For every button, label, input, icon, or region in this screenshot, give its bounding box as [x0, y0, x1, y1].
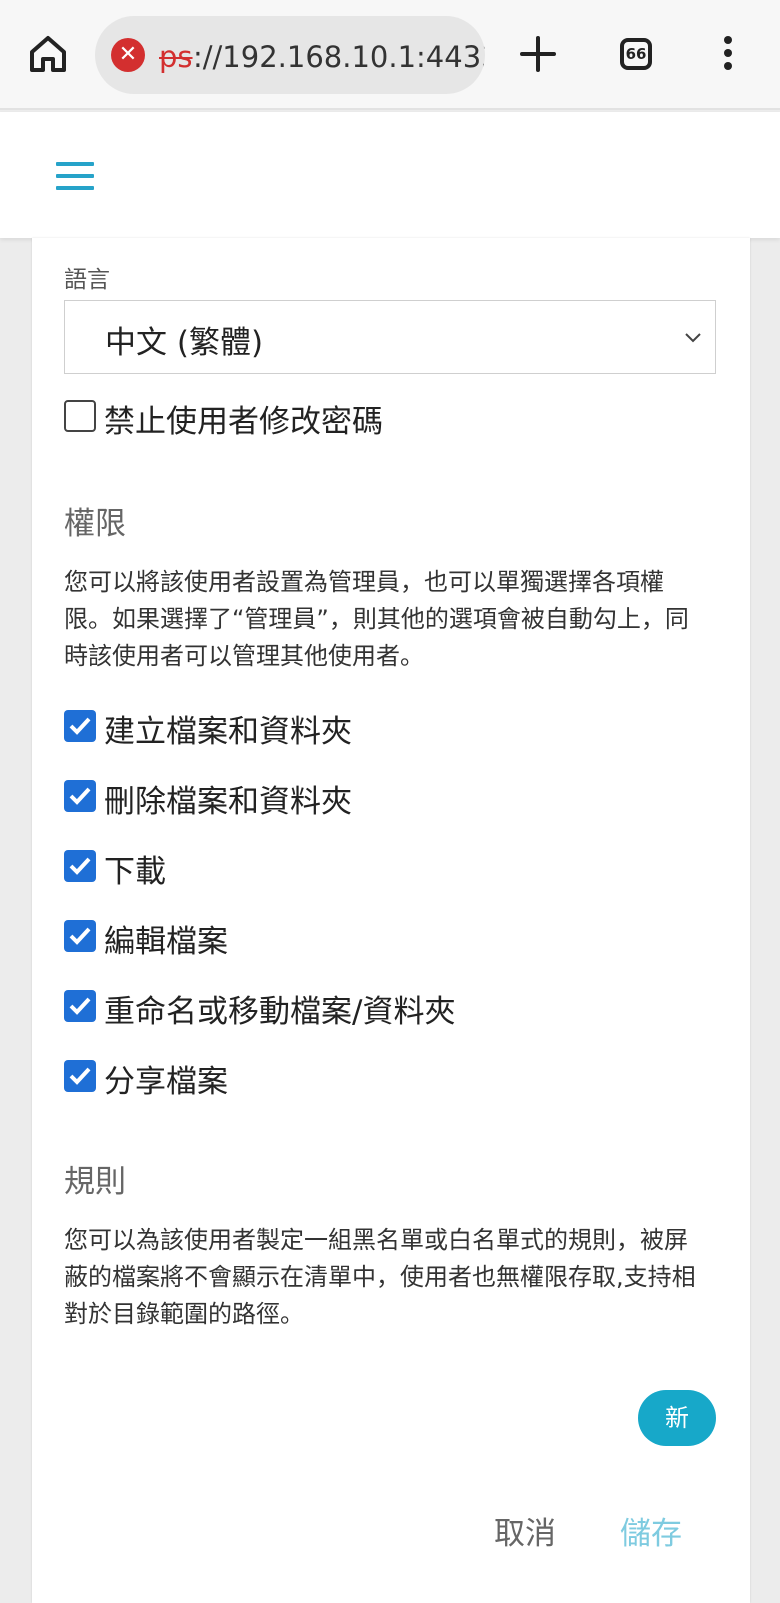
browser-toolbar: ✕ ps ://192.168.10.1:4433 66	[0, 0, 780, 110]
disable-password-change-label: 禁止使用者修改密碼	[104, 404, 383, 440]
disable-password-change-checkbox[interactable]	[64, 400, 96, 432]
permission-rename-label: 重命名或移動檔案/資料夾	[104, 994, 456, 1030]
permission-share-checkbox[interactable]	[64, 1060, 96, 1092]
checkmark-icon	[69, 927, 91, 945]
permission-share-label: 分享檔案	[104, 1064, 228, 1100]
permission-delete-checkbox[interactable]	[64, 780, 96, 812]
user-settings-card: 語言 中文 (繁體) 禁止使用者修改密碼 權限 您可以將該使用者設置為管理員，也…	[32, 238, 750, 1603]
permissions-title: 權限	[64, 506, 126, 542]
url-text: ://192.168.10.1:4433	[193, 40, 485, 74]
permission-create-checkbox[interactable]	[64, 710, 96, 742]
not-secure-icon[interactable]: ✕	[111, 38, 145, 72]
language-select-value: 中文 (繁體)	[105, 325, 264, 361]
checkmark-icon	[69, 717, 91, 735]
rules-title: 規則	[64, 1164, 126, 1200]
app-header	[0, 112, 780, 238]
home-icon[interactable]	[26, 32, 70, 76]
tab-switcher-button[interactable]: 66	[620, 38, 652, 70]
checkmark-icon	[69, 787, 91, 805]
permission-create-label: 建立檔案和資料夾	[104, 714, 352, 750]
permission-delete-label: 刪除檔案和資料夾	[104, 784, 352, 820]
cancel-button[interactable]: 取消	[494, 1508, 556, 1553]
new-rule-button[interactable]: 新	[638, 1390, 716, 1446]
chevron-down-icon	[685, 333, 701, 343]
permission-download-label: 下載	[104, 854, 166, 890]
url-scheme: ps	[159, 40, 193, 74]
address-bar[interactable]: ✕ ps ://192.168.10.1:4433	[95, 16, 485, 94]
checkmark-icon	[69, 857, 91, 875]
permission-download-checkbox[interactable]	[64, 850, 96, 882]
more-menu-icon[interactable]	[718, 36, 738, 76]
hamburger-menu-icon[interactable]	[56, 162, 94, 190]
rules-description: 您可以為該使用者製定一組黑名單或白名單式的規則，被屏蔽的檔案將不會顯示在清單中，…	[64, 1226, 696, 1328]
language-label: 語言	[64, 267, 110, 293]
checkmark-icon	[69, 997, 91, 1015]
language-select[interactable]: 中文 (繁體)	[64, 300, 716, 374]
permission-rename-checkbox[interactable]	[64, 990, 96, 1022]
save-button[interactable]: 儲存	[620, 1508, 682, 1553]
permission-edit-label: 編輯檔案	[104, 924, 228, 960]
permissions-description: 您可以將該使用者設置為管理員，也可以單獨選擇各項權限。如果選擇了“管理員”，則其…	[64, 568, 689, 670]
checkmark-icon	[69, 1067, 91, 1085]
new-tab-icon[interactable]	[518, 32, 558, 76]
permission-edit-checkbox[interactable]	[64, 920, 96, 952]
